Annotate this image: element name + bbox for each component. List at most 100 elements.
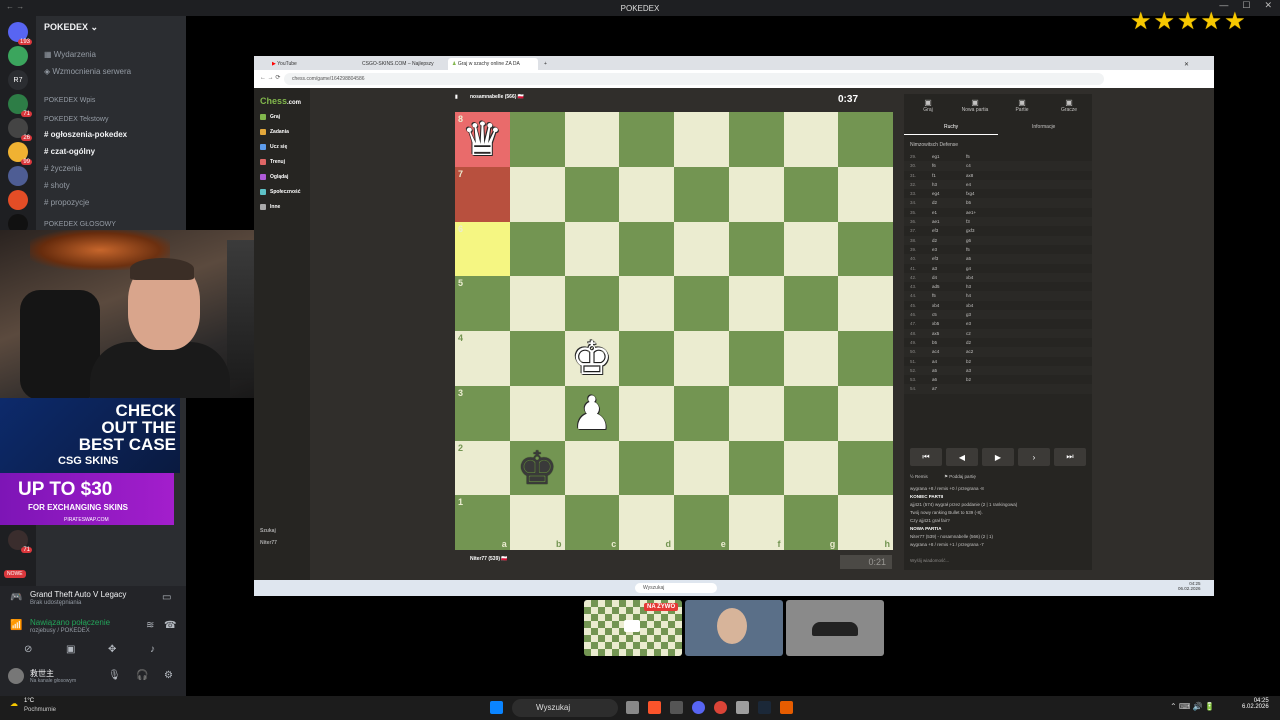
move-row[interactable]: 33. eg4 fxg4 <box>904 189 1092 198</box>
screen-share-icon[interactable]: ▭ <box>162 592 171 603</box>
panel-top-1[interactable]: ▣ Nowa partia <box>955 98 995 113</box>
move[interactable]: e4 <box>966 182 971 187</box>
square-d6[interactable] <box>619 221 674 277</box>
move[interactable]: ef3 <box>932 228 938 233</box>
server-icon[interactable]: R7 <box>8 70 28 90</box>
chess-nav-1[interactable]: Zadania <box>260 129 289 135</box>
move[interactable]: d2 <box>932 238 937 243</box>
square-c2[interactable] <box>564 440 620 496</box>
bottom-player-name[interactable]: Niter77 (539) 🇵🇱 <box>470 556 508 562</box>
move[interactable]: ae1 <box>932 219 940 224</box>
move-row[interactable]: 45. xb4 xb4 <box>904 301 1092 310</box>
move[interactable]: ef3 <box>932 256 938 261</box>
inner-search-box[interactable]: Wyszukaj <box>635 583 717 593</box>
move[interactable]: e3 <box>966 321 971 326</box>
chess-nav-3[interactable]: Trenuj <box>260 159 285 165</box>
start-icon[interactable] <box>490 701 503 714</box>
square-c3[interactable]: ♟ <box>564 385 620 441</box>
move[interactable]: a5 <box>966 256 971 261</box>
square-f7[interactable] <box>728 166 784 222</box>
square-b2[interactable]: ♚ <box>509 440 565 496</box>
chess-nav-4[interactable]: Oglądaj <box>260 174 288 180</box>
square-c5[interactable] <box>564 276 620 331</box>
move[interactable]: g6 <box>966 238 971 243</box>
move-row[interactable]: 48. ax5 c2 <box>904 328 1092 338</box>
tab-chess[interactable]: ♟ Graj w szachy online ZA DA <box>448 58 538 70</box>
move[interactable]: f6 <box>932 163 936 168</box>
square-h6[interactable] <box>838 221 893 277</box>
move-row[interactable]: 47. xb5 e3 <box>904 319 1092 328</box>
xbox-icon[interactable] <box>670 701 683 714</box>
chess-nav-6[interactable]: Inne <box>260 204 280 210</box>
chess-board[interactable]: 8 ♛ 7 6 5 4 ♚ 3 ♟ 2 ♚ 1 a b c d e f g h <box>455 112 893 550</box>
square-b7[interactable] <box>509 166 565 222</box>
channel-3[interactable]: # shoty <box>44 181 70 190</box>
move[interactable]: a7 <box>932 386 937 391</box>
square-a8[interactable]: 8 ♛ <box>455 112 510 167</box>
move-row[interactable]: 34. d2 b5 <box>904 198 1092 208</box>
last-move-button[interactable]: ⏭ <box>1054 448 1086 466</box>
move[interactable]: e3 <box>932 247 937 252</box>
thumbnail-person[interactable] <box>685 600 783 656</box>
move[interactable]: g4 <box>966 266 971 271</box>
taskbar-clock[interactable]: 04:25 6.02.2026 <box>1242 698 1269 710</box>
first-move-button[interactable]: ⏮ <box>910 448 942 466</box>
channel-1[interactable]: # czat-ogólny <box>44 147 95 156</box>
move[interactable]: b2 <box>966 359 971 364</box>
chess-nav-2[interactable]: Ucz się <box>260 144 287 150</box>
square-h8[interactable] <box>838 112 893 167</box>
move[interactable]: eg1 <box>932 154 940 159</box>
tab-moves[interactable]: Ruchy <box>944 124 958 130</box>
disconnect-icon[interactable]: ☎ <box>164 620 176 631</box>
app-icon[interactable] <box>780 701 793 714</box>
move[interactable]: d2 <box>932 200 937 205</box>
square-e6[interactable] <box>674 221 729 277</box>
move-row[interactable]: 30. f6 c4 <box>904 161 1092 171</box>
move-row[interactable]: 52. a5 a3 <box>904 365 1092 376</box>
square-g7[interactable] <box>783 166 839 222</box>
square-g2[interactable] <box>783 440 839 496</box>
chrome-icon[interactable] <box>714 701 727 714</box>
taskbar-search[interactable]: Wyszukaj <box>512 699 618 717</box>
move[interactable]: f5 <box>966 154 970 159</box>
server-name[interactable]: POKEDEX ⌄ <box>44 22 98 33</box>
settings-icon[interactable]: ⚙ <box>164 670 173 681</box>
connection-status[interactable]: Nawiązano połączenie <box>30 618 110 627</box>
move[interactable]: c2 <box>966 331 971 336</box>
chess-nav-5[interactable]: Społeczność <box>260 189 301 195</box>
move[interactable]: h3 <box>966 284 971 289</box>
server-icon[interactable]: 71 <box>8 94 32 117</box>
panel-top-2[interactable]: ▣ Partie <box>1002 98 1042 113</box>
close-icon[interactable]: ✕ <box>1264 0 1272 11</box>
move-row[interactable]: 35. e1 ae1+ <box>904 208 1092 217</box>
square-f3[interactable] <box>728 385 784 441</box>
square-h3[interactable] <box>838 385 893 441</box>
square-b1[interactable]: b <box>509 495 565 550</box>
move[interactable]: xb5 <box>932 321 939 326</box>
url-input[interactable]: chess.com/game/164298804586 <box>284 73 1104 85</box>
square-h5[interactable] <box>838 276 893 331</box>
move-row[interactable]: 43. ad5 h3 <box>904 282 1092 291</box>
square-e1[interactable]: e <box>674 495 729 550</box>
square-d4[interactable] <box>619 331 674 386</box>
move[interactable]: xb4 <box>966 303 973 308</box>
square-g4[interactable] <box>783 331 839 386</box>
chess-nav-bottom-0[interactable]: Szukaj <box>260 528 276 534</box>
category-wpis[interactable]: POKEDEX Wpis <box>44 97 95 104</box>
move[interactable]: f5 <box>932 293 936 298</box>
move[interactable]: a3 <box>932 266 937 271</box>
next-move-button-2[interactable]: › <box>1018 448 1050 466</box>
move[interactable]: c4 <box>966 163 971 168</box>
square-h7[interactable] <box>838 166 893 222</box>
move-row[interactable]: 50. ac4 ac2 <box>904 347 1092 357</box>
chess-piece[interactable]: ♛ <box>462 116 503 162</box>
share-screen-icon[interactable]: ▣ <box>66 644 75 655</box>
square-a3[interactable]: 3 <box>455 385 510 441</box>
category-text[interactable]: POKEDEX Tekstowy <box>44 116 108 123</box>
square-b3[interactable] <box>509 385 565 441</box>
soundboard-icon[interactable]: ♪ <box>150 644 155 655</box>
chess-piece[interactable]: ♚ <box>517 445 558 491</box>
move[interactable]: ax5 <box>932 331 939 336</box>
square-e2[interactable] <box>674 440 729 496</box>
square-a4[interactable]: 4 <box>455 331 510 386</box>
